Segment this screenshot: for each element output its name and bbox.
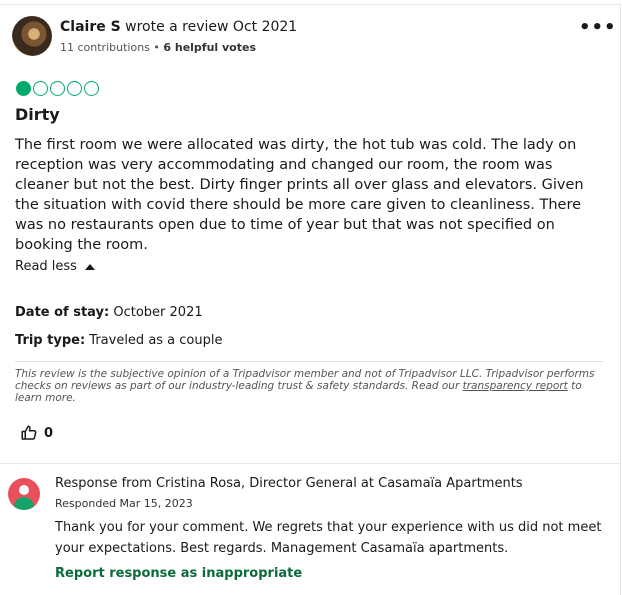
date-of-stay: Date of stay: October 2021 bbox=[15, 305, 203, 320]
date-of-stay-label: Date of stay: bbox=[15, 305, 110, 320]
trip-type-label: Trip type: bbox=[15, 333, 86, 348]
divider bbox=[15, 361, 603, 362]
review-title: Dirty bbox=[15, 105, 60, 124]
trip-type-value: Traveled as a couple bbox=[85, 333, 223, 348]
more-options-icon[interactable]: ••• bbox=[579, 17, 617, 38]
read-less-button[interactable]: Read less bbox=[15, 259, 95, 274]
response-body: Thank you for your comment. We regrets t… bbox=[55, 520, 602, 556]
review-header: Claire S wrote a review Oct 2021 bbox=[60, 19, 297, 35]
helpful-vote-button[interactable]: 0 bbox=[20, 424, 53, 442]
thumbs-up-icon bbox=[21, 425, 37, 440]
caret-up-icon bbox=[84, 263, 95, 270]
rating-bubble-empty bbox=[84, 81, 99, 96]
review-body: The first room we were allocated was dir… bbox=[15, 137, 584, 253]
meta-separator: • bbox=[149, 41, 164, 54]
rating-bubble-empty bbox=[67, 81, 82, 96]
reviewer-avatar[interactable] bbox=[12, 16, 52, 56]
response-separator bbox=[0, 463, 621, 464]
rating-bubble-empty bbox=[50, 81, 65, 96]
reviewer-meta: 11 contributions • 6 helpful votes bbox=[60, 41, 256, 54]
contributions-count: 11 contributions bbox=[60, 41, 150, 54]
response-date: Responded Mar 15, 2023 bbox=[55, 497, 193, 510]
report-response-link[interactable]: Report response as inappropriate bbox=[55, 566, 302, 581]
response-title: Response from Cristina Rosa, Director Ge… bbox=[55, 476, 523, 491]
rating-bubble-filled bbox=[16, 81, 31, 96]
review-wrote-date: wrote a review Oct 2021 bbox=[120, 19, 298, 35]
trip-type: Trip type: Traveled as a couple bbox=[15, 333, 223, 348]
read-less-label: Read less bbox=[15, 259, 77, 274]
reviewer-name[interactable]: Claire S bbox=[60, 19, 121, 35]
review-disclaimer: This review is the subjective opinion of… bbox=[15, 368, 605, 404]
owner-avatar-icon bbox=[8, 478, 40, 510]
helpful-votes-count: 6 helpful votes bbox=[163, 41, 257, 54]
date-of-stay-value: October 2021 bbox=[109, 305, 203, 320]
helpful-count: 0 bbox=[44, 425, 54, 441]
rating-bubble-empty bbox=[33, 81, 48, 96]
rating-bubbles bbox=[16, 81, 99, 97]
transparency-report-link[interactable]: transparency report bbox=[463, 380, 568, 392]
